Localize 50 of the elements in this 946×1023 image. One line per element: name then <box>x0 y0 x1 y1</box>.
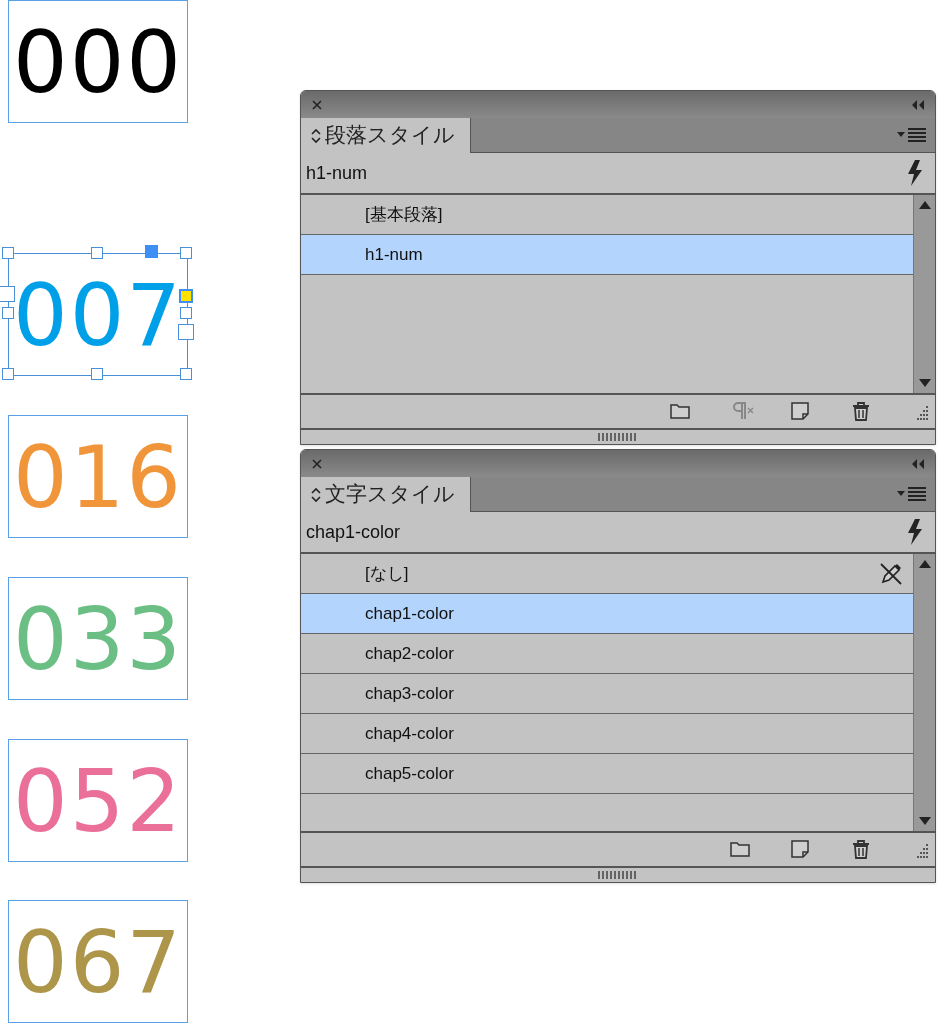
drag-handle-icon[interactable] <box>598 871 638 879</box>
number-text: 067 <box>12 918 184 1005</box>
selection-handle[interactable] <box>2 368 14 380</box>
selection-handle[interactable] <box>145 245 158 258</box>
style-list-item[interactable]: chap1-color <box>301 594 913 634</box>
selection-handle[interactable] <box>180 368 192 380</box>
panel-menu-icon[interactable] <box>897 128 927 142</box>
scrollbar[interactable] <box>913 554 935 831</box>
selection-handle[interactable] <box>0 286 15 302</box>
text-frame[interactable]: 000 <box>8 0 188 123</box>
selection-handle[interactable] <box>180 247 192 259</box>
selection-handle[interactable] <box>2 307 14 319</box>
panel-tab[interactable]: 段落スタイル <box>301 118 471 153</box>
scroll-down-icon[interactable] <box>918 379 931 387</box>
panel-menu-icon[interactable] <box>897 487 927 501</box>
style-list-item[interactable]: chap2-color <box>301 634 913 674</box>
number-text: 007 <box>12 271 184 358</box>
close-icon[interactable] <box>311 457 323 470</box>
up-down-icon <box>311 127 321 144</box>
style-list-item[interactable]: chap3-color <box>301 674 913 714</box>
number-text: 000 <box>12 18 184 105</box>
selection-handle[interactable] <box>2 247 14 259</box>
lightning-icon[interactable] <box>906 518 924 546</box>
selection-handle[interactable] <box>91 247 103 259</box>
current-style-name: chap1-color <box>306 520 401 544</box>
collapse-icon[interactable] <box>911 458 925 469</box>
number-text: 016 <box>12 433 184 520</box>
scrollbar[interactable] <box>913 195 935 393</box>
selection-handle[interactable] <box>91 368 103 380</box>
up-down-icon <box>311 486 321 503</box>
panel-tab[interactable]: 文字スタイル <box>301 477 471 512</box>
close-icon[interactable] <box>311 98 323 111</box>
lightning-icon[interactable] <box>906 159 924 187</box>
style-list-item[interactable]: chap4-color <box>301 714 913 754</box>
style-list-item[interactable]: chap5-color <box>301 754 913 794</box>
current-style-name: h1-num <box>306 161 368 185</box>
selection-handle[interactable] <box>180 307 192 319</box>
in-port-handle[interactable] <box>179 289 193 303</box>
scroll-up-icon[interactable] <box>918 201 931 209</box>
scroll-up-icon[interactable] <box>918 560 931 568</box>
style-list-item[interactable]: [なし] <box>301 554 913 594</box>
number-text: 033 <box>12 595 184 682</box>
out-port-handle[interactable] <box>178 324 194 340</box>
number-text: 052 <box>12 757 184 844</box>
drag-handle-icon[interactable] <box>598 433 638 441</box>
collapse-icon[interactable] <box>911 99 925 110</box>
style-list-item[interactable]: h1-num <box>301 235 913 275</box>
scroll-down-icon[interactable] <box>918 817 931 825</box>
style-list-item[interactable]: [基本段落] <box>301 195 913 235</box>
crossed-pencil-icon <box>879 561 903 586</box>
